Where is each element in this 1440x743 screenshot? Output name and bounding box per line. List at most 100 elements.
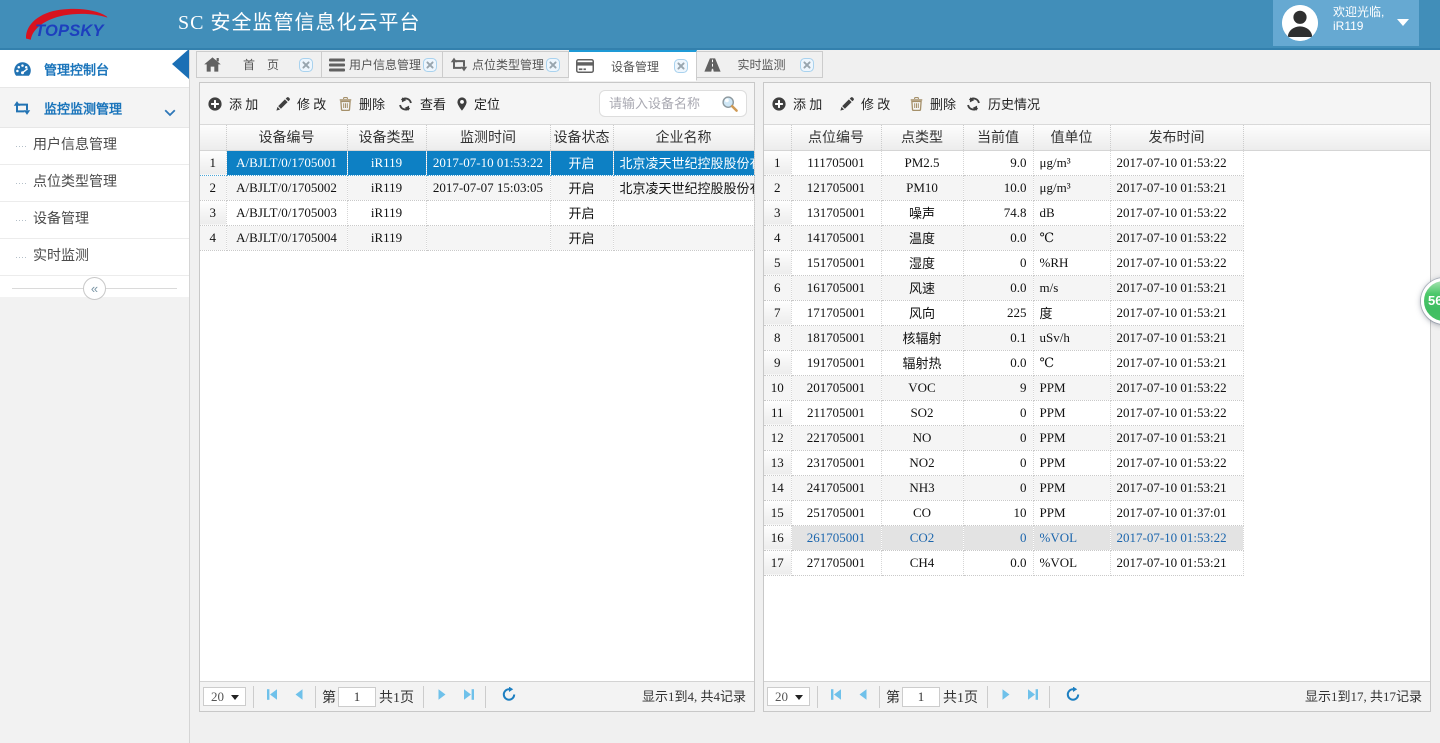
cell: 231705001 — [791, 450, 881, 475]
table-row[interactable]: 6161705001风速0.0m/s2017-07-10 01:53:21 — [764, 275, 1243, 300]
column-header[interactable]: 发布时间 — [1110, 125, 1243, 150]
tab-point-type[interactable]: 点位类型管理 — [443, 51, 569, 78]
table-row[interactable]: 4141705001温度0.0℃2017-07-10 01:53:22 — [764, 225, 1243, 250]
last-page-button[interactable] — [458, 686, 480, 708]
table-row[interactable]: 11211705001SO20PPM2017-07-10 01:53:22 — [764, 400, 1243, 425]
edit-button[interactable]: 修 改 — [276, 83, 326, 124]
page-prefix: 第 — [322, 687, 336, 707]
column-header[interactable]: 点类型 — [881, 125, 963, 150]
table-row[interactable]: 4A/BJLT/0/1705004iR119开启 — [200, 225, 754, 250]
table-row[interactable]: 1A/BJLT/0/1705001iR1192017-07-10 01:53:2… — [200, 150, 754, 175]
column-header[interactable]: 当前值 — [963, 125, 1033, 150]
sidebar-item-realtime[interactable]: 实时监测 — [0, 239, 189, 276]
cell: PPM — [1033, 400, 1110, 425]
column-header[interactable]: 点位编号 — [791, 125, 881, 150]
table-row[interactable]: 5151705001湿度0%RH2017-07-10 01:53:22 — [764, 250, 1243, 275]
table-row[interactable]: 17271705001CH40.0%VOL2017-07-10 01:53:21 — [764, 550, 1243, 575]
prev-page-button[interactable] — [288, 686, 310, 708]
page-size-select[interactable]: 20 — [767, 687, 810, 706]
delete-button[interactable]: 删除 — [339, 83, 385, 124]
close-icon[interactable] — [546, 58, 560, 72]
table-row[interactable]: 10201705001VOC9PPM2017-07-10 01:53:22 — [764, 375, 1243, 400]
delete-button[interactable]: 删除 — [910, 83, 956, 124]
button-label: 定位 — [474, 94, 500, 113]
caret-down-icon — [1397, 19, 1409, 26]
table-row[interactable]: 16261705001CO20%VOL2017-07-10 01:53:22 — [764, 525, 1243, 550]
page-prefix: 第 — [886, 687, 900, 707]
first-page-button[interactable] — [261, 686, 283, 708]
table-row[interactable]: 7171705001风向225度2017-07-10 01:53:21 — [764, 300, 1243, 325]
button-label: 修 改 — [297, 94, 326, 113]
table-row[interactable]: 2121705001PM1010.0μg/m³2017-07-10 01:53:… — [764, 175, 1243, 200]
tab-user-info[interactable]: 用户信息管理 — [322, 51, 443, 78]
reload-button[interactable] — [1062, 686, 1084, 708]
tab-home[interactable]: 首 页 — [196, 51, 322, 78]
add-button[interactable]: 添 加 — [772, 83, 822, 124]
table-row[interactable]: 8181705001核辐射0.1uSv/h2017-07-10 01:53:21 — [764, 325, 1243, 350]
table-row[interactable]: 2A/BJLT/0/1705002iR1192017-07-07 15:03:0… — [200, 175, 754, 200]
trash-icon — [910, 97, 923, 111]
last-page-button[interactable] — [1022, 686, 1044, 708]
table-row[interactable]: 12221705001NO0PPM2017-07-10 01:53:21 — [764, 425, 1243, 450]
row-number-header — [200, 125, 226, 150]
cell: 0 — [963, 525, 1033, 550]
page-count: 共1页 — [379, 687, 414, 707]
sidebar-item-monitor-mgmt[interactable]: 监控监测管理 — [0, 88, 189, 128]
column-header[interactable]: 设备状态 — [550, 125, 613, 150]
sidebar-item-device[interactable]: 设备管理 — [0, 202, 189, 239]
close-icon[interactable] — [800, 58, 814, 72]
history-button[interactable]: 历史情况 — [966, 83, 1040, 124]
column-header[interactable]: 设备编号 — [226, 125, 347, 150]
close-icon[interactable] — [423, 58, 437, 72]
table-row[interactable]: 15251705001CO10PPM2017-07-10 01:37:01 — [764, 500, 1243, 525]
cell: 温度 — [881, 225, 963, 250]
topsky-logo: TOPSKY — [22, 5, 117, 48]
tab-device[interactable]: 设备管理 — [569, 50, 697, 81]
cell: 9 — [963, 375, 1033, 400]
device-toolbar: 添 加 修 改删除查看 定位 — [200, 83, 754, 125]
add-button[interactable]: 添 加 — [208, 83, 258, 124]
column-header[interactable]: 设备类型 — [347, 125, 426, 150]
close-icon[interactable] — [674, 59, 688, 73]
table-row[interactable]: 3A/BJLT/0/1705003iR119开启 — [200, 200, 754, 225]
page-size-select[interactable]: 20 — [203, 687, 246, 706]
cell: A/BJLT/0/1705003 — [226, 200, 347, 225]
next-page-icon — [999, 688, 1013, 705]
page-number-input[interactable] — [902, 687, 940, 707]
sidebar-item-dashboard[interactable]: 管理控制台 — [0, 50, 189, 88]
page-size-value: 20 — [211, 689, 224, 704]
tab-label: 实时监测 — [725, 56, 798, 73]
page-number-input[interactable] — [338, 687, 376, 707]
table-row[interactable]: 14241705001NH30PPM2017-07-10 01:53:21 — [764, 475, 1243, 500]
prev-page-button[interactable] — [852, 686, 874, 708]
view-button[interactable]: 查看 — [398, 83, 446, 124]
sidebar-item-user-info[interactable]: 用户信息管理 — [0, 128, 189, 165]
cell: CO — [881, 500, 963, 525]
device-search-input[interactable] — [609, 94, 721, 113]
page-size-value: 20 — [775, 689, 788, 704]
row-number-cell: 7 — [764, 300, 791, 325]
tab-label: 首 页 — [225, 56, 297, 73]
user-menu[interactable]: 欢迎光临, iR119 — [1273, 0, 1419, 46]
table-row[interactable]: 1111705001PM2.59.0μg/m³2017-07-10 01:53:… — [764, 150, 1243, 175]
locate-button[interactable]: 定位 — [457, 83, 500, 124]
reload-button[interactable] — [498, 686, 520, 708]
sidebar-collapse-button[interactable]: « — [83, 277, 106, 300]
cell: 2017-07-10 01:53:22 — [1110, 150, 1243, 175]
tab-realtime[interactable]: 实时监测 — [697, 51, 823, 78]
top-bar: TOPSKY SC 安全监管信息化云平台 欢迎光临, iR119 — [0, 0, 1440, 50]
caret-down-icon — [795, 695, 803, 700]
search-icon[interactable] — [721, 95, 739, 118]
sidebar-item-point-type[interactable]: 点位类型管理 — [0, 165, 189, 202]
close-icon[interactable] — [299, 58, 313, 72]
column-header[interactable]: 企业名称 — [613, 125, 754, 150]
column-header[interactable]: 值单位 — [1033, 125, 1110, 150]
column-header[interactable]: 监测时间 — [426, 125, 550, 150]
edit-button[interactable]: 修 改 — [840, 83, 890, 124]
next-page-button[interactable] — [431, 686, 453, 708]
table-row[interactable]: 3131705001噪声74.8dB2017-07-10 01:53:22 — [764, 200, 1243, 225]
next-page-button[interactable] — [995, 686, 1017, 708]
table-row[interactable]: 13231705001NO20PPM2017-07-10 01:53:22 — [764, 450, 1243, 475]
first-page-button[interactable] — [825, 686, 847, 708]
table-row[interactable]: 9191705001辐射热0.0℃2017-07-10 01:53:21 — [764, 350, 1243, 375]
